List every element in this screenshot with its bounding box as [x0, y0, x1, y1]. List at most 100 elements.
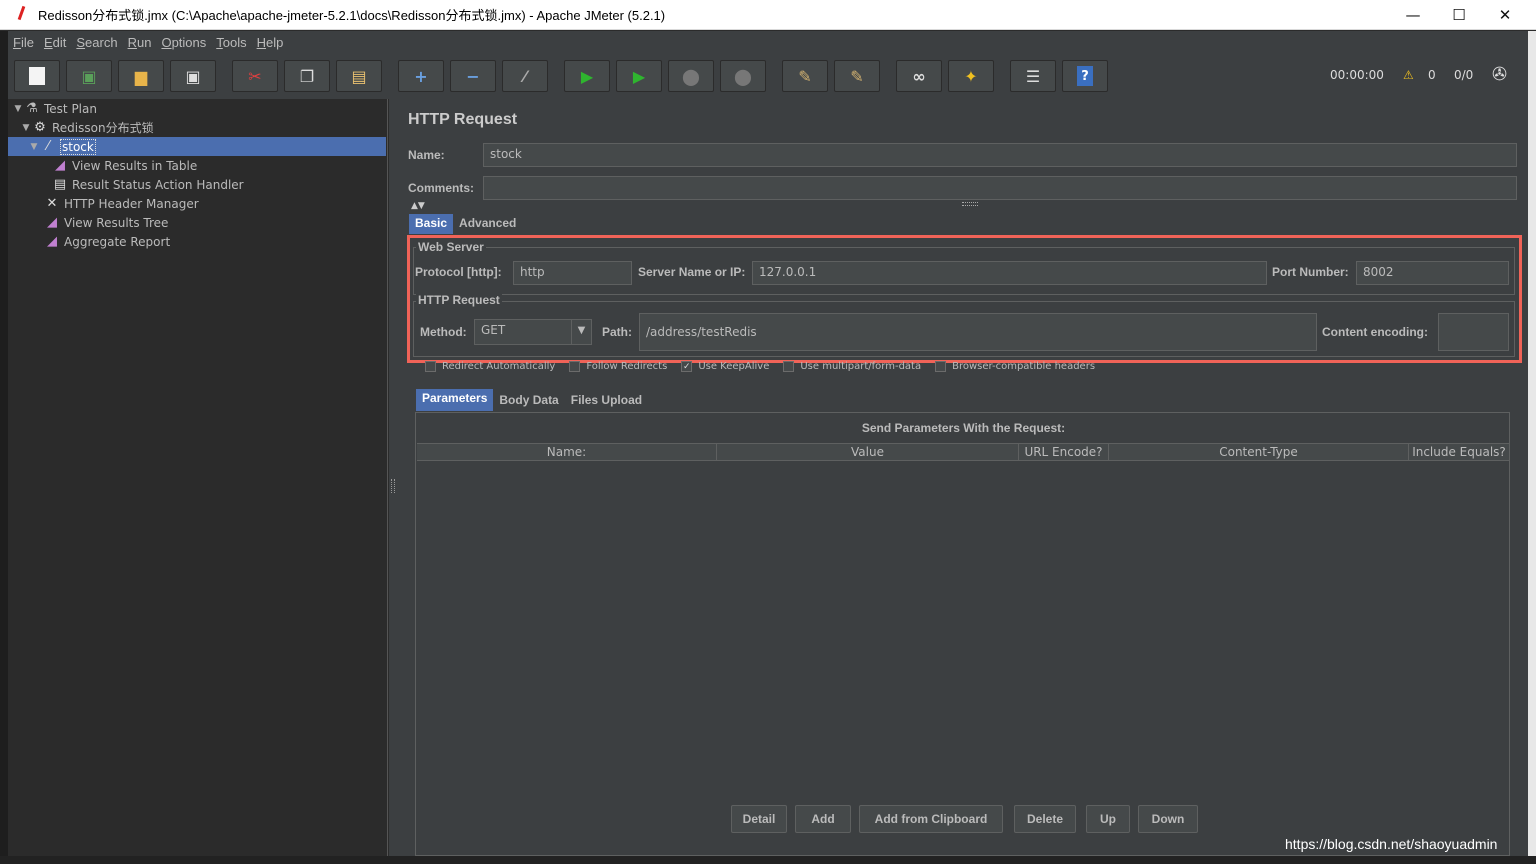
templates-icon: ▣ — [81, 66, 97, 86]
new-button[interactable] — [14, 60, 60, 92]
paste-button[interactable]: ▤ — [336, 60, 382, 92]
listener-icon: ◢ — [47, 234, 57, 249]
help-button[interactable]: ? — [1062, 60, 1108, 92]
parameters-table-header: Name: Value URL Encode? Content-Type Inc… — [417, 443, 1509, 461]
http-sampler-icon: ⁄ — [46, 139, 50, 154]
tab-basic[interactable]: Basic — [409, 214, 454, 234]
expand-toggle-icon[interactable]: ▼ — [28, 142, 40, 152]
minimize-button[interactable]: — — [1390, 0, 1436, 30]
collapse-all-button[interactable]: − — [450, 60, 496, 92]
warning-icon[interactable]: ⚠ — [1403, 68, 1414, 82]
tree-node-view-results-table[interactable]: ◢ View Results in Table — [8, 156, 386, 175]
toolbar: ▣ ▆ ▣ ✂ ❐ ▤ + − ⁄ ▶ ▶ ⬤ ⬤ ✎ ✎ ∞ ✦ ☰ ? 00… — [8, 53, 1528, 99]
minus-icon: − — [466, 66, 480, 86]
test-plan-tree: ▼ ⚗ Test Plan ▼ ⚙ Redisson分布式锁 ▼ ⁄ stock… — [8, 99, 388, 856]
params-title: Send Parameters With the Request: — [861, 421, 1066, 435]
follow-redirects-checkbox[interactable]: Follow Redirects — [569, 361, 667, 372]
menu-search[interactable]: Search — [71, 35, 122, 50]
request-body-tabs: Parameters Body Data Files Upload — [416, 389, 648, 411]
tree-node-view-results-tree[interactable]: ◢ View Results Tree — [8, 213, 386, 232]
split-pane-divider[interactable] — [389, 99, 397, 856]
stop-icon: ⬤ — [682, 66, 700, 86]
watermark: https://blog.csdn.net/shaoyuadmin — [1285, 836, 1498, 852]
tree-node-test-plan[interactable]: ▼ ⚗ Test Plan — [8, 99, 386, 118]
copy-button[interactable]: ❐ — [284, 60, 330, 92]
clear-all-button[interactable]: ✎ — [834, 60, 880, 92]
document-icon: ▤ — [53, 177, 67, 192]
desktop-bottom-edge — [0, 856, 1536, 864]
menu-edit[interactable]: Edit — [39, 35, 71, 50]
menu-help[interactable]: Help — [252, 35, 289, 50]
column-value[interactable]: Value — [717, 444, 1019, 460]
maximize-button[interactable]: ☐ — [1436, 0, 1482, 30]
tree-node-result-status-handler[interactable]: ▤ Result Status Action Handler — [8, 175, 386, 194]
new-file-icon — [29, 67, 45, 85]
tree-node-aggregate-report[interactable]: ◢ Aggregate Report — [8, 232, 386, 251]
delete-button[interactable]: Delete — [1014, 805, 1076, 833]
menu-run[interactable]: Run — [123, 35, 157, 50]
reset-search-button[interactable]: ✦ — [948, 60, 994, 92]
function-helper-button[interactable]: ☰ — [1010, 60, 1056, 92]
window-title: Redisson分布式锁.jmx (C:\Apache\apache-jmete… — [38, 8, 666, 23]
red-highlight-box — [407, 235, 1522, 363]
checkbox-box — [935, 361, 947, 372]
detail-button[interactable]: Detail — [731, 805, 787, 833]
up-button[interactable]: Up — [1086, 805, 1130, 833]
checkmark-icon: ✓ — [681, 361, 693, 372]
use-multipart-checkbox[interactable]: Use multipart/form-data — [783, 361, 921, 372]
tab-parameters[interactable]: Parameters — [416, 389, 494, 411]
comments-field[interactable] — [483, 176, 1517, 200]
tab-advanced[interactable]: Advanced — [453, 214, 522, 234]
add-from-clipboard-button[interactable]: Add from Clipboard — [859, 805, 1003, 833]
tab-files-upload[interactable]: Files Upload — [565, 389, 648, 411]
save-button[interactable]: ▣ — [170, 60, 216, 92]
open-button[interactable]: ▆ — [118, 60, 164, 92]
column-content-type[interactable]: Content-Type — [1109, 444, 1409, 460]
search-button[interactable]: ∞ — [896, 60, 942, 92]
parameters-panel: Send Parameters With the Request: Name: … — [415, 412, 1510, 856]
tree-node-stock[interactable]: ▼ ⁄ stock — [8, 137, 386, 156]
expand-all-button[interactable]: + — [398, 60, 444, 92]
save-icon: ▣ — [185, 66, 201, 86]
expand-toggle-icon[interactable]: ▼ — [12, 104, 24, 114]
menu-tools[interactable]: Tools — [211, 35, 251, 50]
templates-button[interactable]: ▣ — [66, 60, 112, 92]
tree-node-http-header-manager[interactable]: ✕ HTTP Header Manager — [8, 194, 386, 213]
shutdown-button[interactable]: ⬤ — [720, 60, 766, 92]
menu-options[interactable]: Options — [156, 35, 211, 50]
browser-compatible-headers-checkbox[interactable]: Browser-compatible headers — [935, 361, 1095, 372]
collapse-arrows-icon[interactable]: ▲▼ — [411, 201, 425, 211]
use-keepalive-checkbox[interactable]: ✓ Use KeepAlive — [681, 361, 769, 372]
list-icon: ☰ — [1025, 66, 1041, 86]
listener-icon: ◢ — [55, 158, 65, 173]
shutdown-icon: ⬤ — [734, 66, 752, 86]
window-title-bar: Redisson分布式锁.jmx (C:\Apache\apache-jmete… — [0, 0, 1536, 30]
redirect-automatically-checkbox[interactable]: Redirect Automatically — [425, 361, 555, 372]
add-button[interactable]: Add — [795, 805, 851, 833]
remote-globe-icon[interactable]: ✇ — [1492, 64, 1507, 85]
name-field[interactable]: stock — [483, 143, 1517, 167]
stop-button[interactable]: ⬤ — [668, 60, 714, 92]
column-url-encode[interactable]: URL Encode? — [1019, 444, 1109, 460]
column-name[interactable]: Name: — [417, 444, 717, 460]
thread-group-icon: ⚙ — [34, 120, 46, 135]
toggle-button[interactable]: ⁄ — [502, 60, 548, 92]
column-include-equals[interactable]: Include Equals? — [1409, 444, 1509, 460]
down-button[interactable]: Down — [1138, 805, 1198, 833]
comments-label: Comments: — [408, 181, 475, 195]
request-options: Redirect Automatically Follow Redirects … — [425, 361, 1109, 372]
start-button[interactable]: ▶ — [564, 60, 610, 92]
resize-grip-icon[interactable] — [962, 202, 978, 206]
test-plan-icon: ⚗ — [26, 101, 38, 116]
menu-file[interactable]: File — [8, 35, 39, 50]
tab-body-data[interactable]: Body Data — [493, 389, 564, 411]
close-window-button[interactable]: ✕ — [1482, 0, 1528, 30]
divider-grip-icon[interactable] — [391, 479, 395, 493]
expand-toggle-icon[interactable]: ▼ — [20, 123, 32, 133]
cut-button[interactable]: ✂ — [232, 60, 278, 92]
start-no-pauses-button[interactable]: ▶ — [616, 60, 662, 92]
tree-node-thread-group[interactable]: ▼ ⚙ Redisson分布式锁 — [8, 118, 386, 137]
tools-icon: ✕ — [46, 196, 58, 211]
clear-button[interactable]: ✎ — [782, 60, 828, 92]
paste-icon: ▤ — [351, 66, 367, 86]
